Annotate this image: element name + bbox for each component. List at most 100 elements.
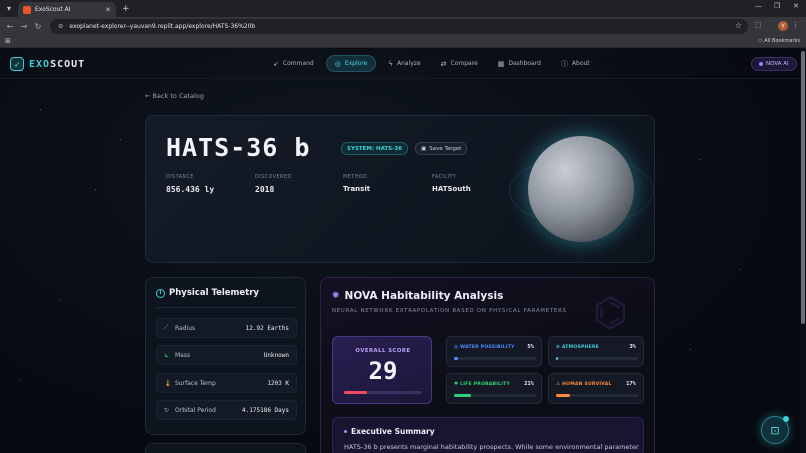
- nav-compare[interactable]: ⇄ Compare: [433, 55, 486, 72]
- stat-value: 2018: [255, 185, 275, 194]
- metric-water: ◍ WATER POSSIBILITY 5%: [446, 336, 542, 367]
- bookmark-star-icon[interactable]: ☆: [735, 21, 742, 30]
- pulse-icon: ϟ: [388, 59, 393, 68]
- browser-tab[interactable]: ExoScout AI ✕: [18, 2, 116, 17]
- metric-bar-fill: [556, 357, 559, 360]
- browser-tabbar: ▾ ExoScout AI ✕ + — ❐ ✕: [0, 0, 806, 17]
- nova-ai-button[interactable]: NOVA AI: [751, 57, 797, 71]
- stat-value: 856.436 ly: [166, 185, 215, 194]
- favicon: [23, 5, 31, 14]
- all-bookmarks[interactable]: ▭ All Bookmarks: [758, 38, 800, 44]
- metric-bar: [556, 394, 638, 397]
- metric-label: ≋ ATMOSPHERE: [556, 345, 600, 350]
- metric-label-text: HUMAN SURVIVAL: [562, 382, 612, 387]
- nav-analyze[interactable]: ϟ Analyze: [380, 55, 428, 72]
- menu-dots-icon[interactable]: ⋮: [792, 21, 799, 29]
- extensions-icon[interactable]: ⬚: [755, 21, 762, 29]
- main-menu: ➶ Command ◎ Explore ϟ Analyze ⇄ Compare ▦ Das…: [265, 55, 602, 72]
- bookmark-icon: ▣: [421, 145, 427, 152]
- sparkle-icon: ✺: [332, 291, 340, 301]
- apps-grid-icon[interactable]: ⊞: [5, 37, 11, 45]
- system-badge[interactable]: SYSTEM: HATS-36: [341, 142, 409, 155]
- nav-dashboard[interactable]: ▦ Dashboard: [490, 55, 549, 72]
- analysis-title: ✺ NOVA Habitability Analysis: [332, 290, 503, 302]
- page-scrollbar[interactable]: [800, 49, 806, 453]
- summary-title-text: Executive Summary: [351, 427, 435, 436]
- page: ➶ EXOSCOUT ➶ Command ◎ Explore ϟ Analyze ⇄ C…: [0, 49, 806, 453]
- score-value: 29: [368, 357, 398, 385]
- stat-value: Transit: [343, 185, 371, 193]
- metric-atmosphere: ≋ ATMOSPHERE 3%: [548, 336, 644, 367]
- nova-ai-label: NOVA AI: [766, 61, 789, 67]
- planet-name: HATS-36 b: [166, 133, 311, 162]
- ruler-icon: ⟋: [164, 324, 169, 331]
- metric-value: 17%: [626, 381, 636, 387]
- brand-logo[interactable]: ➶ EXOSCOUT: [10, 57, 85, 71]
- scrollbar-thumb[interactable]: [801, 51, 805, 324]
- thermometer-icon: 🌡: [164, 379, 172, 387]
- telemetry-label: Surface Temp: [175, 379, 216, 387]
- tab-search-icon[interactable]: ▾: [2, 2, 16, 16]
- all-bookmarks-label: All Bookmarks: [764, 38, 800, 44]
- nova-analysis-card: ✺ NOVA Habitability Analysis NEURAL NETWO…: [320, 277, 655, 453]
- nav-compare-label: Compare: [450, 60, 478, 67]
- brand-prefix: EXO: [29, 58, 51, 70]
- telemetry-value: Unknown: [263, 351, 289, 359]
- nav-analyze-label: Analyze: [396, 60, 421, 67]
- back-to-catalog-link[interactable]: ← Back to Catalog: [145, 92, 204, 100]
- nav-explore[interactable]: ◎ Explore: [325, 55, 377, 72]
- scale-icon: ⊾: [164, 351, 170, 359]
- telemetry-value: 1203 K: [267, 379, 289, 387]
- metric-bar-fill: [454, 357, 459, 360]
- metric-value: 3%: [629, 344, 636, 350]
- bullet-icon: [344, 430, 347, 433]
- metric-label: ⚠ HUMAN SURVIVAL: [556, 382, 612, 387]
- telemetry-row-mass: ⊾ Mass Unknown: [156, 345, 297, 365]
- forward-icon[interactable]: →: [17, 22, 31, 31]
- metric-bar-fill: [454, 394, 472, 397]
- planet-render: [528, 136, 634, 242]
- nav-command[interactable]: ➶ Command: [265, 55, 322, 72]
- profile-avatar[interactable]: Y: [778, 21, 788, 31]
- rocket-icon: ➶: [273, 59, 279, 68]
- metric-label-text: ATMOSPHERE: [561, 345, 600, 350]
- planet-hero-card: HATS-36 b SYSTEM: HATS-36 ▣ Save Target D…: [145, 115, 655, 263]
- url-field[interactable]: ⚙ exoplanet-explorer--yauvan9.replit.app…: [50, 19, 748, 34]
- stat-label: DISCOVERED: [255, 175, 292, 180]
- summary-text: HATS-36 b presents marginal habitability…: [344, 443, 639, 451]
- overall-score-card: OVERALL SCORE 29: [332, 336, 432, 404]
- telemetry-value: 12.92 Earths: [245, 324, 289, 332]
- telemetry-title-text: Physical Telemetry: [169, 288, 259, 298]
- telemetry-row-surface-temp: 🌡 Surface Temp 1203 K: [156, 373, 297, 393]
- orbit-icon: ↻: [164, 406, 170, 414]
- stat-label: FACILITY: [432, 175, 457, 180]
- nav-about[interactable]: ⓘ About: [553, 55, 598, 72]
- minimize-icon[interactable]: —: [755, 2, 762, 10]
- stat-label: DISTANCE: [166, 175, 194, 180]
- close-window-icon[interactable]: ✕: [793, 2, 799, 10]
- assistant-bot-button[interactable]: ⊡: [761, 416, 789, 444]
- metric-bar: [454, 357, 536, 360]
- metric-value: 5%: [527, 344, 534, 350]
- back-link-label: Back to Catalog: [152, 92, 204, 100]
- new-tab-icon[interactable]: +: [122, 4, 130, 14]
- reload-icon[interactable]: ↻: [31, 22, 45, 31]
- telemetry-row-orbital-period: ↻ Orbital Period 4.175186 Days: [156, 400, 297, 420]
- metric-bar: [454, 394, 536, 397]
- nav-command-label: Command: [282, 60, 314, 67]
- tab-title: ExoScout AI: [35, 6, 71, 13]
- brand-suffix: SCOUT: [50, 58, 86, 70]
- nav-dashboard-label: Dashboard: [508, 60, 541, 67]
- executive-summary: Executive Summary HATS-36 b presents mar…: [332, 417, 644, 453]
- back-icon[interactable]: ←: [3, 22, 17, 31]
- close-tab-icon[interactable]: ✕: [105, 6, 111, 14]
- grid-icon: ▦: [497, 59, 505, 68]
- site-info-icon[interactable]: ⚙: [58, 23, 63, 30]
- metric-bar-fill: [556, 394, 570, 397]
- save-target-label: Save Target: [429, 145, 462, 152]
- stat-value: HATSouth: [432, 185, 471, 193]
- telemetry-value: 4.175186 Days: [242, 406, 289, 414]
- maximize-icon[interactable]: ❐: [774, 2, 780, 10]
- stat-label: METHOD: [343, 175, 368, 180]
- save-target-button[interactable]: ▣ Save Target: [415, 142, 468, 155]
